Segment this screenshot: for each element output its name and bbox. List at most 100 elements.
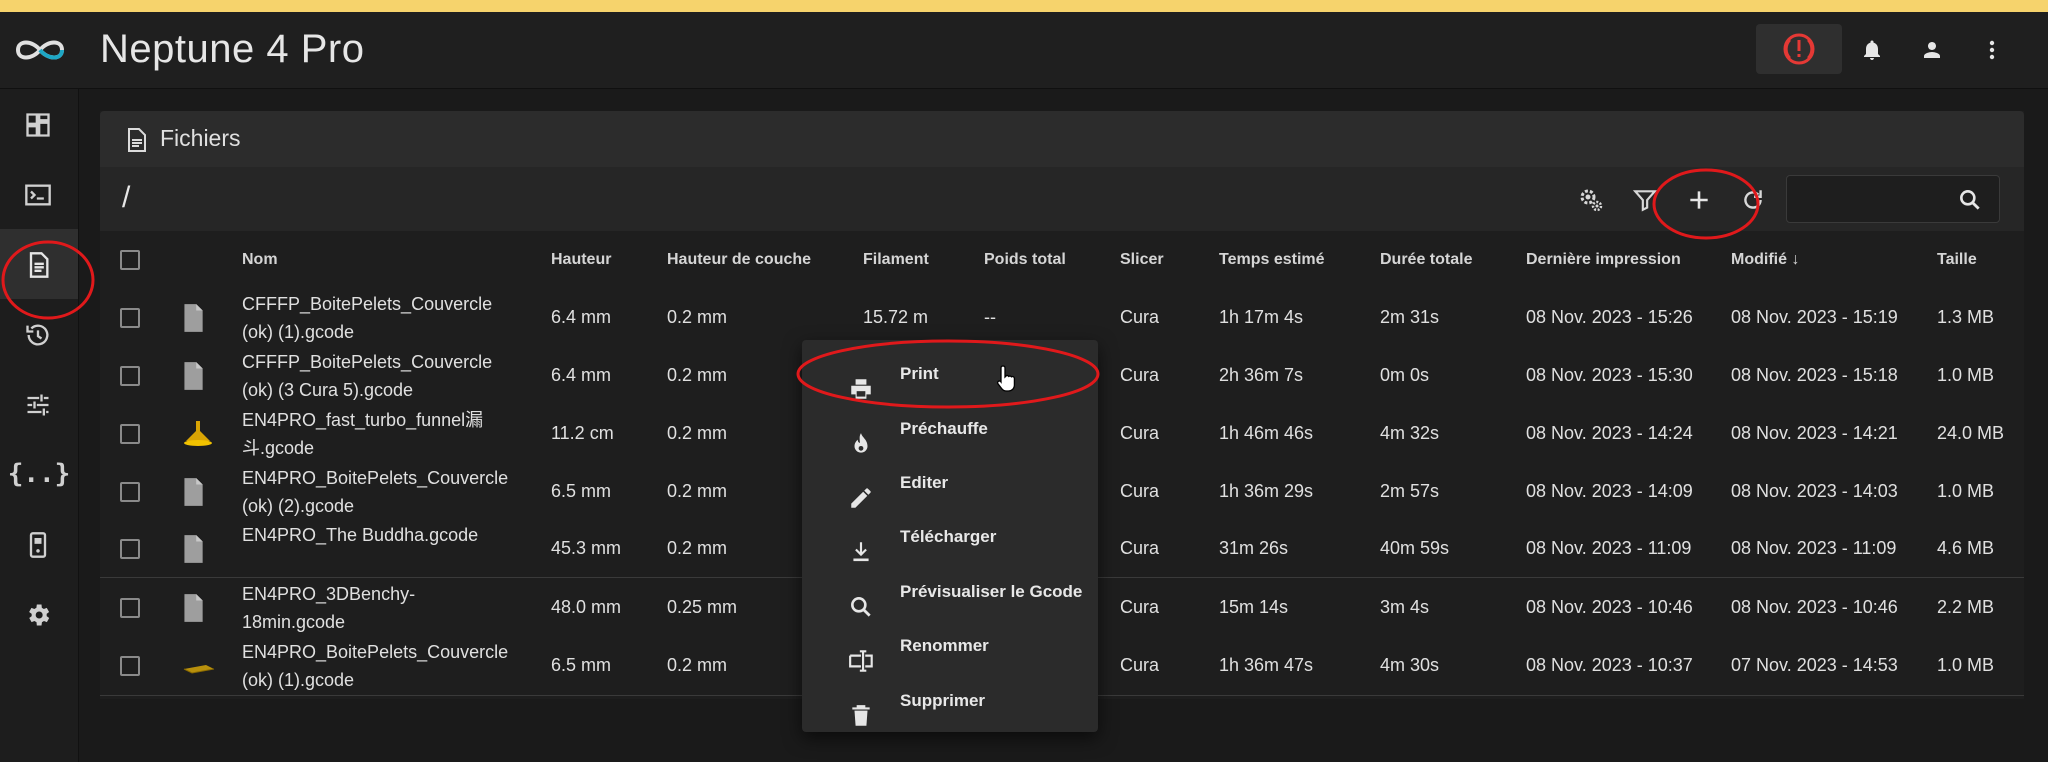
column-header-modified-label: Modifié xyxy=(1731,251,1787,268)
menu-item-editer[interactable]: Editer xyxy=(802,457,1098,511)
row-checkbox[interactable] xyxy=(120,539,140,559)
cell-height: 6.4 mm xyxy=(551,307,612,327)
cell-modified: 08 Nov. 2023 - 10:46 xyxy=(1731,597,1898,617)
search-icon[interactable] xyxy=(1957,187,1983,213)
file-icon xyxy=(180,593,206,628)
more-menu-button[interactable] xyxy=(1972,30,2012,70)
cell-last: 08 Nov. 2023 - 15:26 xyxy=(1526,307,1693,327)
cell-filament: 15.72 m xyxy=(863,307,929,327)
file-name: EN4PRO_fast_turbo_funnel漏斗.gcode xyxy=(242,410,484,458)
menu-item-label: Supprimer xyxy=(900,691,986,710)
cell-est: 1h 46m 46s xyxy=(1219,423,1314,443)
cell-modified: 08 Nov. 2023 - 14:03 xyxy=(1731,481,1898,501)
console-icon xyxy=(25,184,51,206)
sidebar-item-settings[interactable] xyxy=(0,579,78,649)
cell-slicer: Cura xyxy=(1120,597,1160,617)
cell-size: 1.0 MB xyxy=(1937,365,1995,385)
top-accent-strip xyxy=(0,0,2048,12)
row-checkbox[interactable] xyxy=(120,598,140,618)
row-checkbox[interactable] xyxy=(120,482,140,502)
cell-size: 1.3 MB xyxy=(1937,307,1995,327)
menu-item-label: Renommer xyxy=(900,636,989,655)
select-all-checkbox[interactable] xyxy=(120,250,140,270)
bell-icon xyxy=(1864,40,1880,60)
account-button[interactable] xyxy=(1912,30,1952,70)
cell-layer: 0.2 mm xyxy=(667,481,728,501)
cell-height: 6.4 mm xyxy=(551,365,612,385)
search-input[interactable] xyxy=(1795,182,1949,218)
column-header-estimated-time[interactable]: Temps estimé xyxy=(1219,251,1325,269)
column-header-last-print[interactable]: Dernière impression xyxy=(1526,251,1681,269)
file-name: CFFFP_BoitePelets_Couvercle (ok) (3 Cura… xyxy=(242,352,493,400)
sidebar-item-tune[interactable] xyxy=(0,369,78,439)
plate-thumbnail xyxy=(180,651,216,686)
column-header-modified[interactable]: Modifié ↓ xyxy=(1731,251,1799,269)
column-header-total-weight[interactable]: Poids total xyxy=(984,251,1066,269)
sidebar-item-configuration[interactable]: {..} xyxy=(0,439,78,509)
cell-total: 0m 0s xyxy=(1380,365,1430,385)
emergency-stop-icon xyxy=(1783,33,1815,65)
dots-vertical-icon xyxy=(1989,40,1995,60)
sidebar-item-dashboard[interactable] xyxy=(0,89,78,159)
menu-item-renommer[interactable]: Renommer xyxy=(802,620,1098,674)
add-button[interactable] xyxy=(1678,179,1718,219)
cell-slicer: Cura xyxy=(1120,655,1160,675)
row-checkbox[interactable] xyxy=(120,656,140,676)
row-checkbox[interactable] xyxy=(120,308,140,328)
file-context-menu: Print Préchauffe Editer Télécharger Prévisua… xyxy=(802,340,1098,732)
file-icon xyxy=(180,534,206,569)
menu-item-previsualiser-le-gcode[interactable]: Prévisualiser le Gcode xyxy=(802,566,1098,620)
file-icon xyxy=(180,361,206,396)
sidebar-item-device[interactable] xyxy=(0,509,78,579)
menu-item-supprimer[interactable]: Supprimer xyxy=(802,675,1098,729)
file-name: EN4PRO_The Buddha.gcode xyxy=(242,525,479,545)
cell-total: 40m 59s xyxy=(1380,538,1450,558)
menu-item-print[interactable]: Print xyxy=(802,348,1098,402)
column-header-total-duration[interactable]: Durée totale xyxy=(1380,251,1472,269)
file-icon xyxy=(180,477,206,512)
page-title: Fichiers xyxy=(160,125,241,151)
cell-modified: 08 Nov. 2023 - 15:19 xyxy=(1731,307,1898,327)
filter-button[interactable] xyxy=(1624,179,1664,219)
menu-item-label: Télécharger xyxy=(900,527,997,546)
menu-item-label: Editer xyxy=(900,473,949,492)
cell-last: 08 Nov. 2023 - 15:30 xyxy=(1526,365,1693,385)
sidebar-item-files[interactable] xyxy=(0,229,78,299)
search-field xyxy=(1786,175,2000,223)
column-header-layer-height[interactable]: Hauteur de couche xyxy=(667,251,811,269)
column-header-size[interactable]: Taille xyxy=(1937,251,1977,269)
menu-item-label: Préchauffe xyxy=(900,419,988,438)
dashboard-icon xyxy=(26,113,50,137)
cell-layer: 0.2 mm xyxy=(667,423,728,443)
files-card-header: Fichiers xyxy=(100,111,2024,167)
row-checkbox[interactable] xyxy=(120,424,140,444)
funnel-thumbnail xyxy=(180,419,216,454)
cell-layer: 0.2 mm xyxy=(667,307,728,327)
app-logo-icon[interactable] xyxy=(10,34,70,66)
cell-height: 6.5 mm xyxy=(551,481,612,501)
cell-size: 24.0 MB xyxy=(1937,423,2005,443)
emergency-stop-button[interactable] xyxy=(1756,24,1842,74)
plus-icon xyxy=(1690,191,1708,209)
tune-icon xyxy=(27,394,49,416)
file-name: EN4PRO_BoitePelets_Couvercle (ok) (1).gc… xyxy=(242,642,509,690)
column-header-name[interactable]: Nom xyxy=(242,251,278,269)
menu-item-telecharger[interactable]: Télécharger xyxy=(802,511,1098,565)
sidebar-item-history[interactable] xyxy=(0,299,78,369)
cell-height: 6.5 mm xyxy=(551,655,612,675)
settings-icon xyxy=(29,604,50,626)
cell-slicer: Cura xyxy=(1120,365,1160,385)
refresh-button[interactable] xyxy=(1732,179,1772,219)
row-checkbox[interactable] xyxy=(120,366,140,386)
notifications-button[interactable] xyxy=(1852,30,1892,70)
cell-modified: 07 Nov. 2023 - 14:53 xyxy=(1731,655,1898,675)
file-settings-button[interactable] xyxy=(1570,179,1610,219)
column-header-height[interactable]: Hauteur xyxy=(551,251,611,269)
cell-modified: 08 Nov. 2023 - 11:09 xyxy=(1731,538,1897,558)
menu-item-prechauffe[interactable]: Préchauffe xyxy=(802,403,1098,457)
column-header-slicer[interactable]: Slicer xyxy=(1120,251,1164,269)
cell-modified: 08 Nov. 2023 - 14:21 xyxy=(1731,423,1898,443)
column-header-filament[interactable]: Filament xyxy=(863,251,929,269)
cell-slicer: Cura xyxy=(1120,538,1160,558)
sidebar-item-console[interactable] xyxy=(0,159,78,229)
